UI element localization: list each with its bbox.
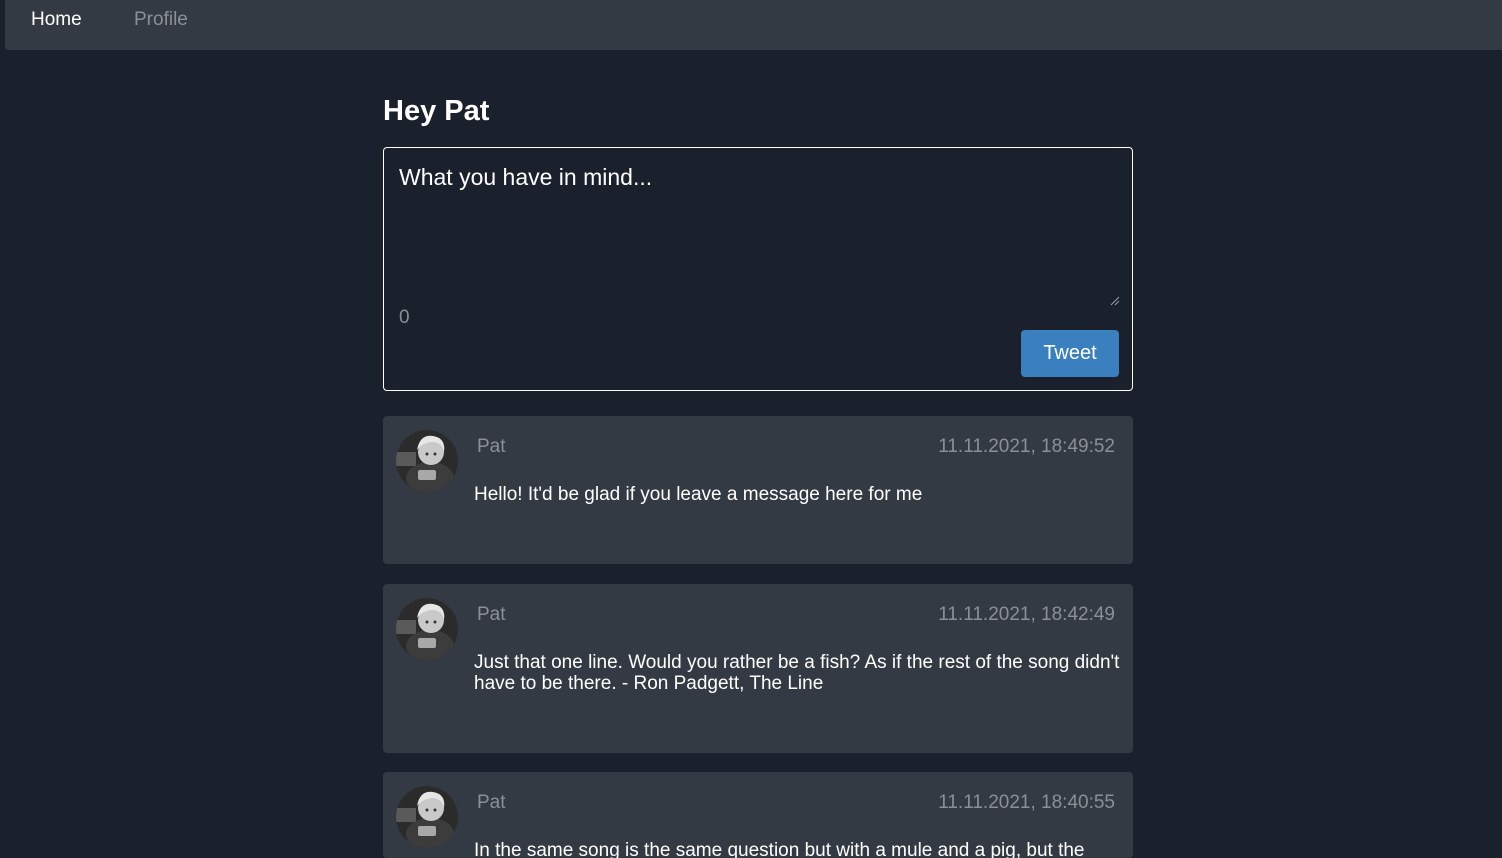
top-navbar: Home Profile xyxy=(5,0,1502,50)
resize-grip-icon[interactable] xyxy=(1108,294,1120,306)
tweet-text: Just that one line. Would you rather be … xyxy=(474,652,1120,694)
nav-home-link[interactable]: Home xyxy=(31,9,82,31)
tweet-card: Pat 11.11.2021, 18:40:55 In the same son… xyxy=(383,772,1133,858)
tweet-timestamp: 11.11.2021, 18:49:52 xyxy=(938,436,1115,457)
page-title: Hey Pat xyxy=(383,95,490,127)
tweet-text: Hello! It'd be glad if you leave a messa… xyxy=(474,484,923,505)
avatar[interactable] xyxy=(396,786,458,848)
tweet-card: Pat 11.11.2021, 18:42:49 Just that one l… xyxy=(383,584,1133,753)
avatar[interactable] xyxy=(396,598,458,660)
tweet-text: In the same song is the same question bu… xyxy=(474,840,1085,858)
avatar-photo-icon xyxy=(396,430,458,492)
tweet-timestamp: 11.11.2021, 18:40:55 xyxy=(938,792,1115,813)
tweet-author[interactable]: Pat xyxy=(477,791,506,815)
tweet-author[interactable]: Pat xyxy=(477,435,506,459)
avatar-photo-icon xyxy=(396,598,458,660)
avatar-photo-icon xyxy=(396,786,458,848)
tweet-composer: 0 Tweet xyxy=(383,147,1133,391)
character-count: 0 xyxy=(399,307,410,328)
tweet-author[interactable]: Pat xyxy=(477,603,506,627)
avatar[interactable] xyxy=(396,430,458,492)
tweet-timestamp: 11.11.2021, 18:42:49 xyxy=(938,604,1115,625)
tweet-card: Pat 11.11.2021, 18:49:52 Hello! It'd be … xyxy=(383,416,1133,564)
tweet-button[interactable]: Tweet xyxy=(1021,330,1119,377)
tweet-input[interactable] xyxy=(399,162,1119,302)
nav-profile-link[interactable]: Profile xyxy=(134,9,188,31)
